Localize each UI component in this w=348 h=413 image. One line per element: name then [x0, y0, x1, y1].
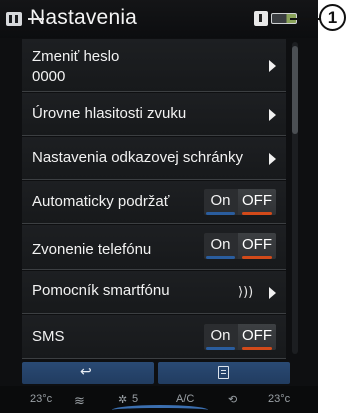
- toggle-off-option[interactable]: OFF: [238, 233, 276, 259]
- fan-level: 5: [132, 393, 139, 405]
- settings-item-label: Pomocník smartfónu: [32, 282, 170, 299]
- settings-item-value: 0000: [32, 68, 66, 85]
- settings-item-change-password[interactable]: Zmeniť heslo 0000: [22, 39, 286, 92]
- settings-item-voicemail[interactable]: Nastavenia odkazovej schránky: [22, 137, 286, 180]
- settings-list: Zmeniť heslo 0000 Úrovne hlasitosti zvuk…: [22, 39, 286, 359]
- toggle-off-option[interactable]: OFF: [238, 324, 276, 350]
- menu-button[interactable]: [158, 362, 290, 384]
- toggle-on-option[interactable]: On: [204, 233, 237, 259]
- toggle-on-option[interactable]: On: [204, 324, 237, 350]
- fan-icon[interactable]: ✲: [118, 393, 127, 406]
- settings-item-label: Úrovne hlasitosti zvuku: [32, 105, 187, 122]
- callout-number: 1: [319, 4, 346, 31]
- auto-hold-toggle[interactable]: On OFF: [204, 189, 276, 215]
- infotainment-screen: Nastavenia Zmeniť heslo 0000 Úrovne hlas…: [0, 0, 318, 413]
- ringtone-toggle[interactable]: On OFF: [204, 233, 276, 259]
- recirculation-icon[interactable]: ⟲: [228, 393, 237, 406]
- scrollbar-thumb[interactable]: [292, 46, 298, 134]
- voice-assistant-icon: ⟩)): [238, 285, 254, 300]
- scrollbar[interactable]: [292, 42, 298, 354]
- left-temperature[interactable]: 23°c: [30, 393, 52, 405]
- right-temperature[interactable]: 23°c: [268, 393, 290, 405]
- settings-item-label: Automaticky podržať: [32, 193, 170, 210]
- settings-item-ringtone: Zvonenie telefónu On OFF: [22, 225, 286, 270]
- phone-status-icon: [254, 11, 268, 26]
- settings-item-label: Nastavenia odkazovej schránky: [32, 149, 243, 166]
- back-arrow-icon: ↩: [80, 364, 92, 380]
- sms-toggle[interactable]: On OFF: [204, 324, 276, 350]
- chevron-right-icon: [269, 109, 276, 121]
- seat-heat-icon[interactable]: ≋: [74, 393, 85, 409]
- title-divider: [28, 18, 44, 20]
- menu-icon: [218, 366, 229, 379]
- settings-item-sms: SMS On OFF: [22, 315, 286, 359]
- settings-item-smartphone-assistant[interactable]: Pomocník smartfónu ⟩)): [22, 271, 286, 314]
- settings-item-volume-levels[interactable]: Úrovne hlasitosti zvuku: [22, 93, 286, 136]
- toggle-off-option[interactable]: OFF: [238, 189, 276, 215]
- ac-button[interactable]: A/C: [176, 393, 194, 405]
- chevron-right-icon: [269, 153, 276, 165]
- chevron-right-icon: [269, 287, 276, 299]
- settings-item-label: Zvonenie telefónu: [32, 241, 152, 258]
- back-button[interactable]: ↩: [22, 362, 154, 384]
- chevron-right-icon: [269, 60, 276, 72]
- bottom-bar: ↩: [22, 362, 290, 384]
- settings-item-label: SMS: [32, 328, 65, 345]
- settings-item-label: Zmeniť heslo: [32, 48, 120, 65]
- settings-item-auto-hold: Automaticky podržať On OFF: [22, 181, 286, 224]
- page-title: Nastavenia: [30, 6, 138, 29]
- header-bar: Nastavenia: [0, 0, 318, 38]
- toggle-on-option[interactable]: On: [204, 189, 237, 215]
- home-icon[interactable]: [6, 12, 22, 26]
- climate-arc-indicator: [112, 405, 208, 413]
